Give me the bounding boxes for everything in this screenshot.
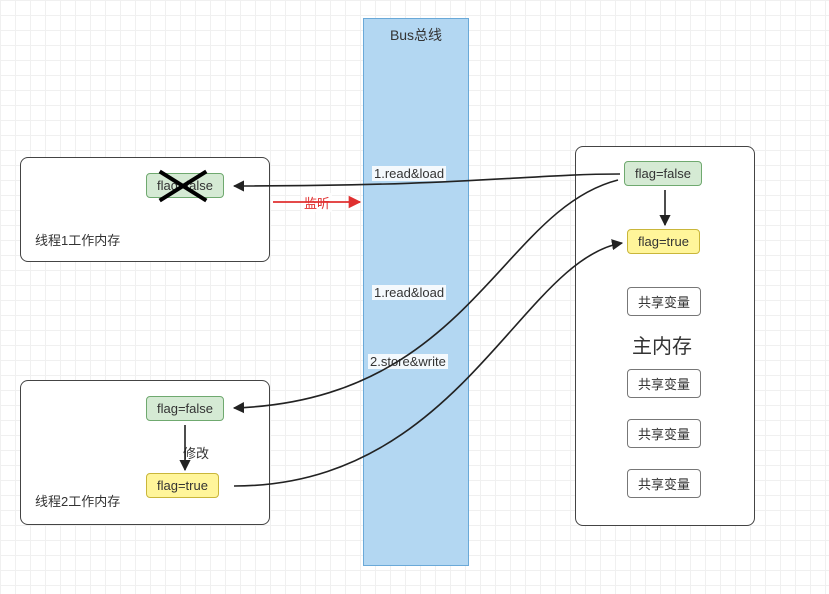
thread2-flag-after-tag: flag=true (146, 473, 219, 498)
mainmem-shared-2-text: 共享变量 (638, 377, 690, 392)
mainmem-shared-3: 共享变量 (627, 419, 701, 448)
thread2-flag-before-tag: flag=false (146, 396, 224, 421)
mainmem-flag-before-text: flag=false (635, 166, 691, 181)
mainmem-flag-after-tag: flag=true (627, 229, 700, 254)
mainmem-title: 主内存 (632, 330, 692, 359)
thread1-box: flag=false 线程1工作内存 (20, 157, 270, 262)
edge-label-read-load-1: 1.read&load (372, 166, 446, 181)
diagram-canvas: Bus总线 flag=false 线程1工作内存 flag=false 修改 f… (0, 0, 829, 594)
mainmem-flag-before-tag: flag=false (624, 161, 702, 186)
thread2-box: flag=false 修改 flag=true 线程2工作内存 (20, 380, 270, 525)
mainmem-shared-4-text: 共享变量 (638, 477, 690, 492)
thread2-flag-after-text: flag=true (157, 478, 208, 493)
mainmem-shared-1-text: 共享变量 (638, 295, 690, 310)
main-memory-box: flag=false flag=true 共享变量 主内存 共享变量 共享变量 … (575, 146, 755, 526)
mainmem-shared-3-text: 共享变量 (638, 427, 690, 442)
edge-label-store-write: 2.store&write (368, 354, 448, 369)
edge-label-read-load-2: 1.read&load (372, 285, 446, 300)
thread2-title: 线程2工作内存 (33, 491, 122, 510)
thread1-flag-tag: flag=false (146, 173, 224, 198)
mainmem-shared-2: 共享变量 (627, 369, 701, 398)
bus-title: Bus总线 (390, 27, 442, 43)
mainmem-flag-after-text: flag=true (638, 234, 689, 249)
edge-label-listen: 监听 (302, 193, 332, 212)
mainmem-shared-1: 共享变量 (627, 287, 701, 316)
thread2-flag-before-text: flag=false (157, 401, 213, 416)
thread1-title: 线程1工作内存 (33, 230, 122, 249)
mainmem-shared-4: 共享变量 (627, 469, 701, 498)
thread1-flag-text: flag=false (157, 178, 213, 193)
thread2-modify-label: 修改 (181, 443, 211, 462)
